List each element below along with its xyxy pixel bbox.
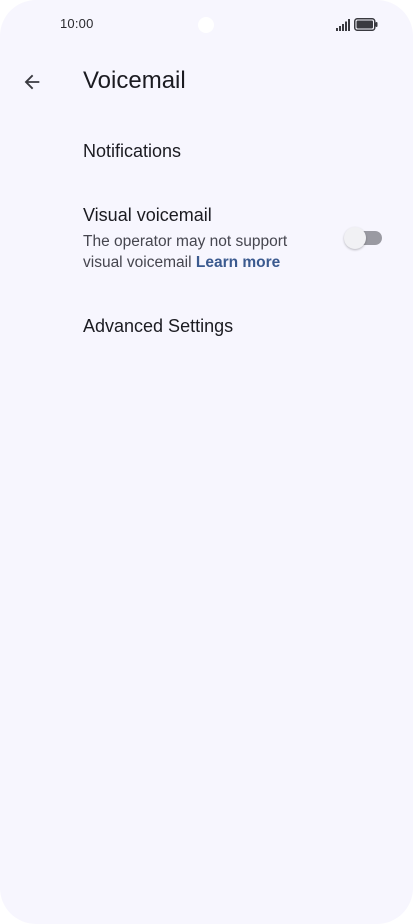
arrow-back-icon bbox=[24, 74, 40, 90]
voicemail-settings-screen: 10:00 Voicemail Notifications Visual voi… bbox=[0, 0, 413, 924]
battery-icon bbox=[354, 18, 378, 31]
learn-more-link[interactable]: Learn more bbox=[196, 254, 280, 271]
status-time: 10:00 bbox=[60, 16, 94, 31]
advanced-settings-title: Advanced Settings bbox=[83, 316, 234, 336]
advanced-settings-setting[interactable]: Advanced Settings bbox=[0, 295, 413, 359]
toggle-thumb bbox=[344, 227, 366, 249]
back-button[interactable] bbox=[10, 60, 54, 104]
status-bar: 10:00 bbox=[0, 0, 413, 50]
visual-voicemail-toggle[interactable] bbox=[344, 227, 384, 249]
page-title: Voicemail bbox=[83, 67, 186, 94]
visual-voicemail-title: Visual voicemail bbox=[83, 205, 212, 225]
visual-voicemail-summary: The operator may not support visual voic… bbox=[83, 231, 323, 273]
app-bar: Voicemail bbox=[0, 56, 413, 108]
camera-cutout bbox=[198, 17, 214, 33]
signal-icon bbox=[336, 19, 350, 31]
